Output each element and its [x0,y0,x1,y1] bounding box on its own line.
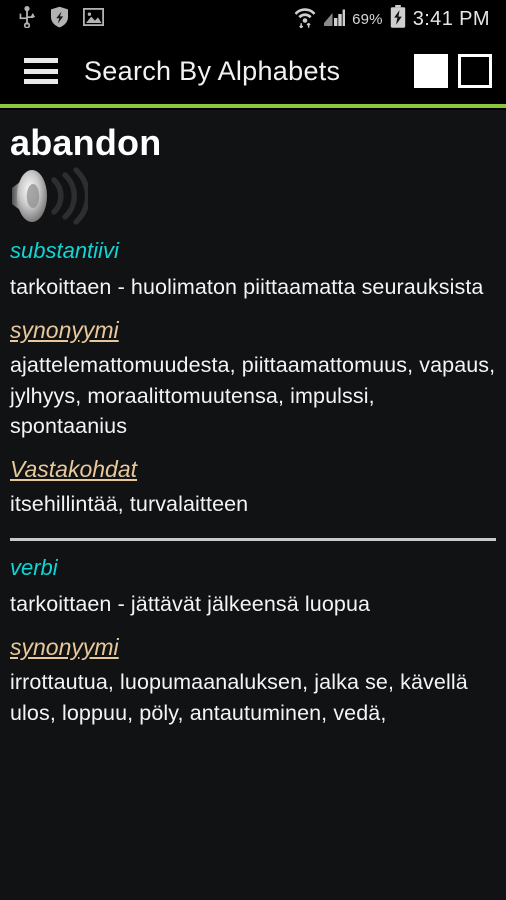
headword: abandon [10,122,162,163]
record-square-icon[interactable] [458,54,492,88]
definition-1: tarkoittaen - huolimaton piittaamatta se… [10,275,484,300]
menu-bar-3 [24,79,58,84]
synonym-label-1: synonyymi [10,316,119,343]
menu-bar-2 [24,68,58,74]
part-of-speech-1: substantiivi [10,237,119,263]
status-bar: 69% 3:41 PM [0,0,506,38]
sense-block-2: verbi tarkoittaen - jättävät jälkeensä l… [10,555,496,729]
wifi-icon [294,5,316,34]
speaker-icon [10,167,91,230]
battery-charging-icon [390,5,406,33]
sense-divider [10,537,496,541]
shield-security-icon [50,6,69,33]
antonym-text-1: itsehillintää, turvalaitteen [10,492,249,517]
synonym-text-2: irrottautua, luopumaanaluksen, jalka se,… [10,670,468,725]
status-bar-right-icons: 69% 3:41 PM [294,5,496,34]
page-title: Search By Alphabets [84,55,341,86]
definition-2: tarkoittaen - jättävät jälkeensä luopua [10,592,371,617]
stop-square-icon[interactable] [414,54,448,88]
menu-bar-1 [24,58,58,63]
status-bar-left-icons [10,5,105,33]
synonym-text-1: ajattelemattomuudesta, piittaamattomuus,… [10,353,496,439]
app-bar: Search By Alphabets [0,38,506,104]
synonym-label-2: synonyymi [10,633,119,660]
antonym-label-1: Vastakohdat [10,455,138,482]
battery-percent-label: 69% [352,10,383,28]
part-of-speech-2: verbi [10,554,58,580]
clock-label: 3:41 PM [412,8,490,30]
screenshot-image-icon [82,7,105,31]
sense-block-1: substantiivi tarkoittaen - huolimaton pi… [10,238,496,520]
app-bar-actions [414,54,506,88]
usb-icon [18,5,36,33]
menu-icon[interactable] [24,58,58,84]
cellular-signal-icon [323,7,346,32]
pronounce-button[interactable] [10,167,496,230]
dictionary-entry-scroll-area[interactable]: abandon substantiivi tarkoittaen - huoli… [0,110,506,900]
